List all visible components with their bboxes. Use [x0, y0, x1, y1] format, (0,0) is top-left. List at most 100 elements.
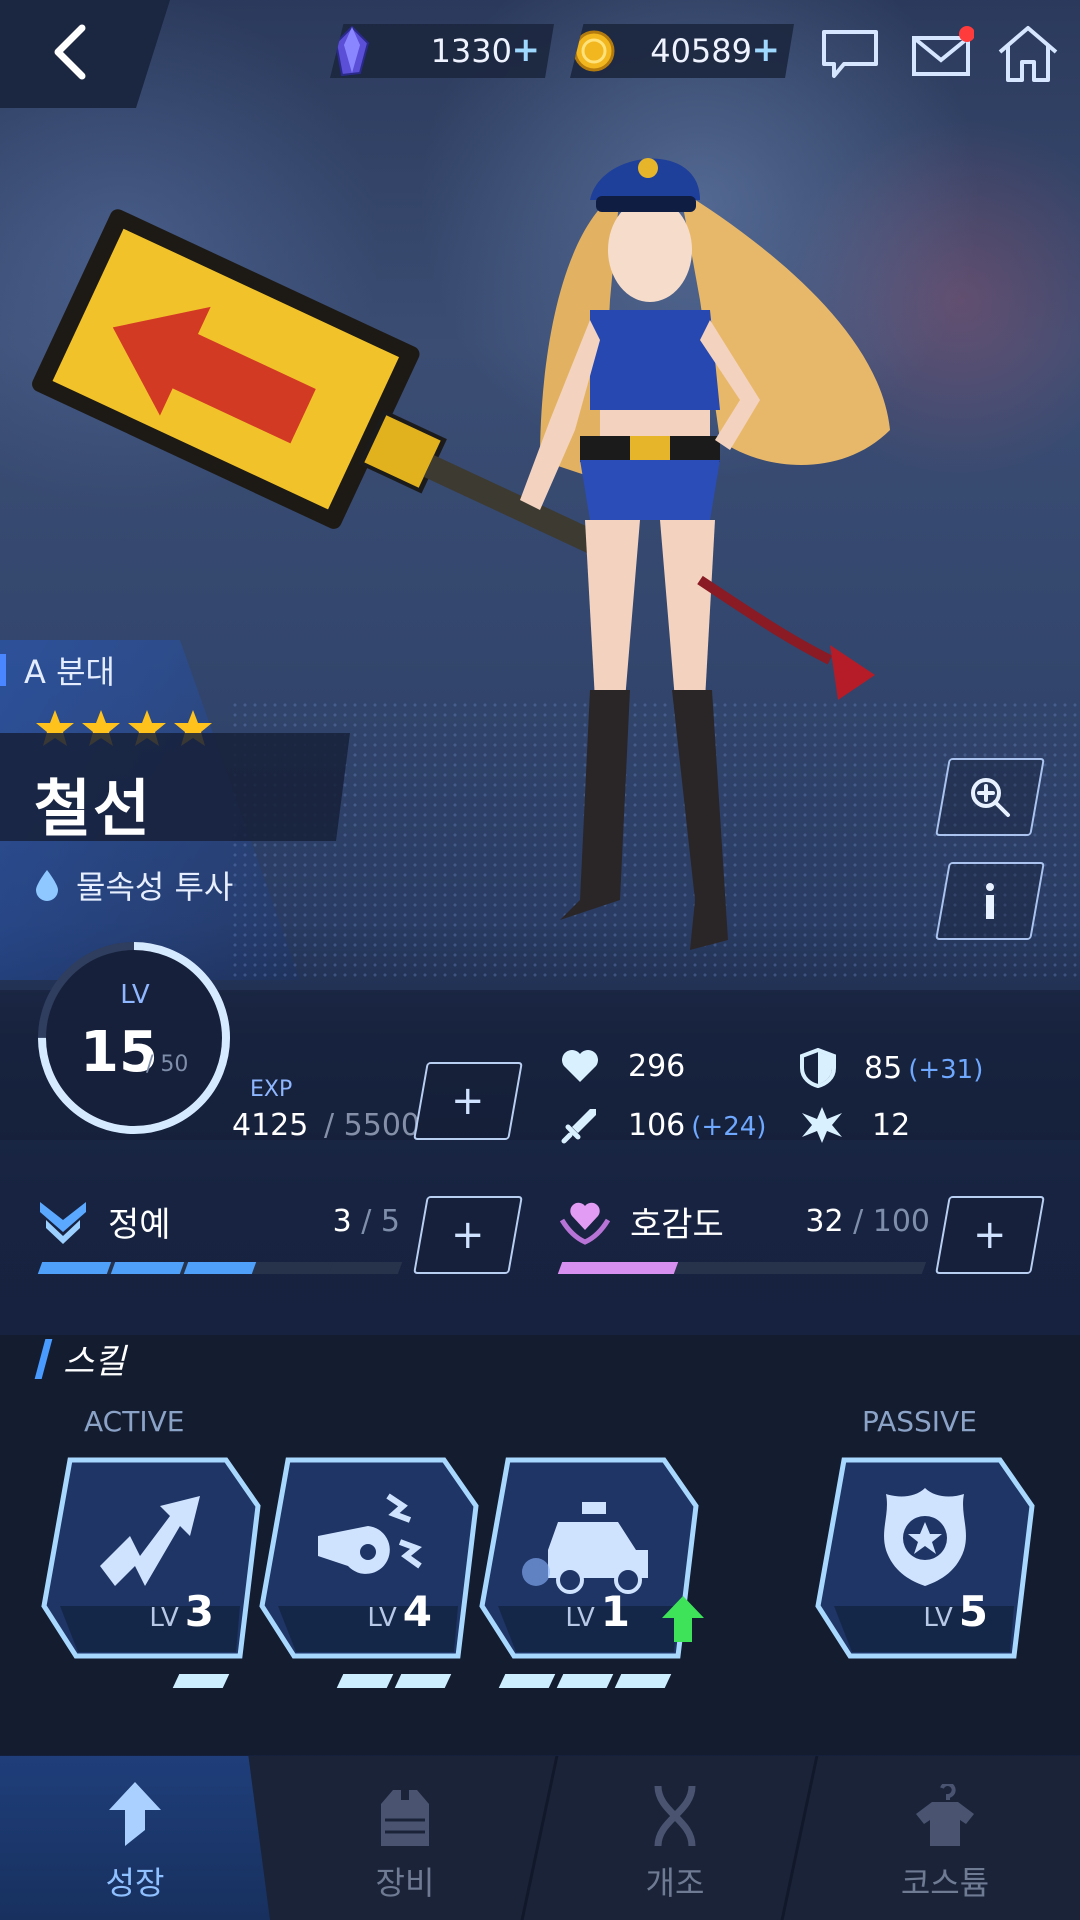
costume-hanger-icon	[916, 1784, 974, 1846]
skills-title-text: 스킬	[63, 1342, 126, 1382]
elite-rank-icon	[40, 1202, 86, 1244]
skill-level: LV 5	[923, 1587, 988, 1636]
skill-pip	[394, 1674, 452, 1688]
info-button[interactable]	[935, 862, 1045, 940]
hp-value: 296	[628, 1048, 686, 1084]
skill-slot-1[interactable]: LV 3	[40, 1456, 262, 1660]
elite-gauge-segment	[329, 1262, 403, 1274]
skill-slot-passive[interactable]: LV 5	[814, 1456, 1036, 1660]
heart-hands-icon	[559, 1202, 611, 1245]
skill-pip	[336, 1674, 394, 1688]
skill-level-prefix: LV	[367, 1603, 397, 1633]
gem-amount: 1330	[430, 32, 512, 70]
elite-current: 3	[332, 1204, 352, 1239]
affinity-up-button[interactable]: +	[935, 1196, 1045, 1274]
affinity-gauge-fill	[557, 1262, 679, 1274]
elite-gauge-segment	[110, 1262, 184, 1274]
info-icon	[986, 883, 994, 919]
skill-pip	[556, 1674, 614, 1688]
passive-label: PASSIVE	[862, 1405, 977, 1438]
gold-currency[interactable]: 40589 +	[570, 24, 794, 78]
skill-slot-2[interactable]: LV 4	[258, 1456, 480, 1660]
vest-icon	[381, 1790, 429, 1846]
plus-icon: +	[451, 1212, 485, 1258]
growth-arrow-icon	[109, 1782, 161, 1846]
plus-icon: +	[973, 1212, 1007, 1258]
affinity-gauge	[557, 1262, 927, 1274]
tab-equipment-label: 장비	[375, 1864, 435, 1902]
tab-costume[interactable]: 코스튬	[810, 1756, 1080, 1920]
elite-label-text: 정예	[108, 1204, 171, 1245]
hp-stat: 296	[560, 1048, 685, 1084]
elite-count: 3 / 5	[300, 1204, 400, 1239]
skills-title: 스킬	[34, 1334, 126, 1383]
chevron-left-icon	[54, 24, 86, 80]
element-class-label: 물속성 투사	[76, 868, 234, 906]
skill-pip	[172, 1674, 230, 1688]
upgrade-arrow-icon[interactable]	[660, 1594, 706, 1644]
skill-1-pips	[172, 1674, 230, 1688]
skill-pip	[498, 1674, 556, 1688]
zoom-in-icon	[971, 778, 1010, 817]
sword-icon	[561, 1109, 596, 1144]
gold-add-button[interactable]: +	[752, 30, 781, 70]
active-label: ACTIVE	[84, 1405, 185, 1438]
affinity-max: / 100	[853, 1204, 930, 1239]
defense-value: 85	[864, 1050, 903, 1086]
back-button[interactable]	[40, 22, 100, 82]
skill-level-prefix: LV	[565, 1603, 595, 1633]
exp-label: EXP	[250, 1077, 293, 1102]
skill-level-prefix: LV	[923, 1603, 953, 1633]
gem-add-button[interactable]: +	[512, 30, 541, 70]
skill-pip	[614, 1674, 672, 1688]
skill-level-value: 5	[958, 1587, 988, 1636]
defense-stat: 85 (+31)	[800, 1048, 983, 1088]
skill-slot-3[interactable]: LV 1	[478, 1456, 704, 1660]
affinity-label: 호감도	[558, 1196, 724, 1246]
exp-current: 4125	[232, 1108, 309, 1143]
skill-level: LV 1	[565, 1587, 630, 1636]
police-badge-icon	[884, 1488, 966, 1586]
elite-max: / 5	[361, 1204, 400, 1239]
element-class: 물속성 투사	[34, 862, 233, 908]
elite-gauge-segment	[183, 1262, 257, 1274]
character-name: 철선	[34, 772, 153, 845]
crit-burst-icon	[802, 1107, 842, 1143]
tab-modify[interactable]: 개조	[540, 1756, 810, 1920]
skill-level-prefix: LV	[149, 1603, 179, 1633]
tab-growth[interactable]: 성장	[0, 1756, 270, 1920]
attack-stat: 106 (+24)	[560, 1105, 766, 1145]
police-car-icon	[522, 1502, 648, 1594]
defense-bonus: (+31)	[908, 1054, 984, 1085]
squad-tag: A 분대	[0, 650, 115, 691]
shield-icon	[800, 1048, 836, 1088]
skill-3-pips	[498, 1674, 672, 1688]
attack-value: 106	[628, 1107, 686, 1143]
elite-gauge	[37, 1262, 403, 1274]
zoom-button[interactable]	[935, 758, 1045, 836]
skill-level: LV 4	[367, 1587, 432, 1636]
exp-max: / 5500	[324, 1108, 420, 1143]
home-icon[interactable]	[996, 24, 1060, 84]
tab-costume-label: 코스튬	[900, 1864, 990, 1902]
affinity-current: 32	[805, 1204, 844, 1239]
mail-icon[interactable]	[910, 24, 974, 84]
chat-icon[interactable]	[818, 24, 882, 84]
tab-equipment[interactable]: 장비	[270, 1756, 540, 1920]
crit-value: 12	[872, 1107, 911, 1143]
level-up-button[interactable]: +	[413, 1062, 523, 1140]
elite-gauge-segment	[37, 1262, 111, 1274]
gold-amount: 40589	[650, 32, 752, 70]
water-drop-icon	[36, 870, 58, 901]
elite-up-button[interactable]: +	[413, 1196, 523, 1274]
squad-label: A 분대	[24, 653, 115, 691]
skill-2-pips	[336, 1674, 452, 1688]
skill-level: LV 3	[149, 1587, 214, 1636]
elite-label: 정예	[36, 1196, 171, 1246]
dna-icon	[654, 1785, 696, 1847]
affinity-count: 32 / 100	[790, 1204, 930, 1239]
crit-stat: 12	[800, 1105, 910, 1145]
gem-currency[interactable]: 1330 +	[330, 24, 554, 78]
squad-accent-bar	[0, 654, 6, 686]
level-max: / 50	[146, 1052, 189, 1077]
